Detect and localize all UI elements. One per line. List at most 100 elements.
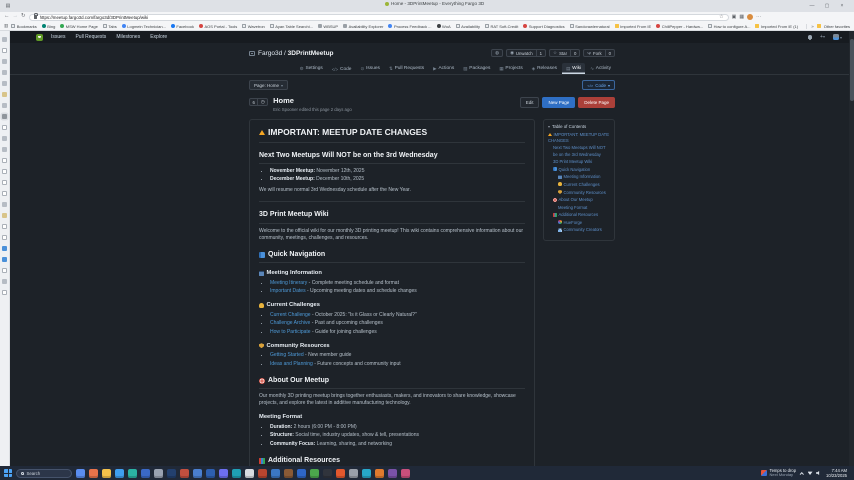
taskbar-app-icon[interactable] <box>219 469 228 478</box>
taskbar-app-icon[interactable] <box>115 469 124 478</box>
maximize-icon[interactable]: ▢ <box>823 3 831 9</box>
sidebar-icon[interactable] <box>2 81 7 86</box>
unwatch-button[interactable]: Unwatch 1 <box>506 49 546 57</box>
bookmark-item[interactable]: Tabs <box>103 24 117 29</box>
sidebar-icon[interactable] <box>2 279 7 284</box>
edit-button[interactable]: Edit <box>520 97 540 108</box>
revision-count[interactable]: 6 <box>250 100 257 105</box>
toc-item[interactable]: Current Challenges <box>548 182 610 188</box>
toc-item[interactable]: IMPORTANT: MEETUP DATE CHANGES <box>548 132 610 144</box>
taskbar-app-icon[interactable] <box>284 469 293 478</box>
appnav-link[interactable]: Pull Requests <box>75 34 106 40</box>
wiki-code-button[interactable]: </> Code ▾ <box>582 80 615 90</box>
taskbar-app-icon[interactable] <box>349 469 358 478</box>
bookmark-item[interactable]: Availability <box>456 24 480 29</box>
url-text[interactable]: https://meetup.fargo3d.com/fargo3d/3DPri… <box>40 15 149 20</box>
user-menu[interactable]: ▾ <box>833 34 842 40</box>
sidebar-icon[interactable] <box>2 37 7 42</box>
taskbar-app-icon[interactable] <box>310 469 319 478</box>
repo-tab[interactable]: ⊙ Issues <box>356 63 383 74</box>
appnav-link[interactable]: Milestones <box>116 34 140 40</box>
appnav-link[interactable]: Issues <box>51 34 65 40</box>
taskbar-app-icon[interactable] <box>141 469 150 478</box>
wiki-link[interactable]: Important Dates <box>270 288 306 294</box>
fork-count[interactable]: 0 <box>605 50 614 56</box>
start-button-icon[interactable] <box>4 469 12 477</box>
other-favorites-label[interactable]: Other favorites <box>824 24 850 29</box>
toc-item[interactable]: HueForge <box>548 220 610 226</box>
taskbar-search[interactable]: Search <box>16 469 72 478</box>
taskbar-clock[interactable]: 7:44 AM 10/23/2025 <box>826 468 847 479</box>
wiki-link[interactable]: How to Participate <box>270 329 311 335</box>
bookmark-item[interactable]: WBSUP <box>318 24 338 29</box>
sidebar-icon[interactable] <box>2 224 7 229</box>
appnav-link[interactable]: Explore <box>150 34 167 40</box>
repo-tab[interactable]: ◈ Releases <box>528 63 561 74</box>
delete-page-button[interactable]: Delete Page <box>578 97 615 108</box>
browser-menu-icon[interactable]: ⋯ <box>756 14 761 20</box>
toc-item[interactable]: Next Two Meetups Will NOT be on the 3rd … <box>548 145 610 157</box>
sidebar-icon[interactable] <box>2 125 7 130</box>
bookmark-item[interactable]: ChiliPepper - Hardwa... <box>656 24 703 29</box>
toc-item[interactable]: 3D Print Meetup Wiki <box>548 159 610 165</box>
wiki-link[interactable]: Ideas and Planning <box>270 361 313 367</box>
toc-item[interactable]: Meeting Information <box>548 174 610 180</box>
repo-owner-link[interactable]: Fargo3d <box>258 50 282 57</box>
sidebar-icon[interactable] <box>2 92 7 97</box>
bookmark-item[interactable]: Sandcrawlernatural <box>570 24 610 29</box>
revision-control[interactable]: 6 ◷ <box>249 98 268 106</box>
taskbar-app-icon[interactable] <box>102 469 111 478</box>
repo-tab[interactable]: ▶ Actions <box>429 63 458 74</box>
tab-settings[interactable]: ⚙ Settings <box>296 63 327 74</box>
sidebar-icon[interactable] <box>2 180 7 185</box>
create-new-icon[interactable]: +▾ <box>820 34 825 40</box>
taskbar-app-icon[interactable] <box>89 469 98 478</box>
repo-tab[interactable]: </> Code <box>328 64 356 74</box>
browser-tab[interactable]: Home - 3DPrintMeetup - Everything Fargo … <box>385 1 484 6</box>
taskbar-app-icon[interactable] <box>258 469 267 478</box>
extensions-icon[interactable]: ▦ <box>739 14 744 20</box>
close-icon[interactable]: × <box>838 3 846 9</box>
minimize-icon[interactable]: — <box>808 3 816 9</box>
volume-icon[interactable] <box>816 471 821 476</box>
sidebar-icon[interactable] <box>2 114 7 119</box>
taskbar-app-icon[interactable] <box>245 469 254 478</box>
sidebar-icon[interactable] <box>2 169 7 174</box>
taskbar-app-icon[interactable] <box>206 469 215 478</box>
taskbar-app-icon[interactable] <box>128 469 137 478</box>
sidebar-icon[interactable] <box>2 191 7 196</box>
sidebar-icon[interactable] <box>2 246 7 251</box>
star-button[interactable]: Star 0 <box>549 49 580 57</box>
repo-tab[interactable]: ∿ Activity <box>586 63 615 74</box>
wiki-link[interactable]: Current Challenge <box>270 312 311 318</box>
fork-button[interactable]: Fork 0 <box>583 49 615 57</box>
taskbar-app-icon[interactable] <box>362 469 371 478</box>
sidebar-icon[interactable] <box>2 235 7 240</box>
history-clock-icon[interactable]: ◷ <box>257 99 267 105</box>
taskbar-app-icon[interactable] <box>323 469 332 478</box>
new-page-button[interactable]: New Page <box>542 97 575 108</box>
repo-tab[interactable]: ⇅ Pull Requests <box>385 63 428 74</box>
sidebar-icon[interactable] <box>2 147 7 152</box>
taskbar-app-icon[interactable] <box>180 469 189 478</box>
notifications-bell-icon[interactable] <box>808 35 812 39</box>
vertical-tabs-icon[interactable]: ▥ <box>4 23 8 29</box>
sidebar-icon[interactable] <box>2 213 7 218</box>
sidebar-icon[interactable] <box>2 268 7 273</box>
toc-item[interactable]: Additional Resources <box>548 212 610 218</box>
taskbar-app-icon[interactable] <box>271 469 280 478</box>
bookmark-item[interactable]: Facebook <box>171 24 194 29</box>
sidebar-icon[interactable] <box>2 70 7 75</box>
forward-icon[interactable]: → <box>13 14 19 20</box>
toc-item[interactable]: Quick Navigation <box>548 167 610 173</box>
bookmark-item[interactable]: Process Feedback ... <box>388 24 431 29</box>
taskbar-app-icon[interactable] <box>193 469 202 478</box>
bookmark-item[interactable]: Imported From IE <box>615 24 652 29</box>
bookmark-item[interactable]: Support Diagnostics <box>523 24 564 29</box>
taskbar-app-icon[interactable] <box>388 469 397 478</box>
refresh-icon[interactable]: ↻ <box>21 14 26 20</box>
overflow-chevron-icon[interactable]: » <box>811 24 814 29</box>
wifi-icon[interactable] <box>808 471 813 475</box>
sidebar-icon[interactable] <box>2 48 7 53</box>
toc-item[interactable]: Community Resources <box>548 190 610 196</box>
